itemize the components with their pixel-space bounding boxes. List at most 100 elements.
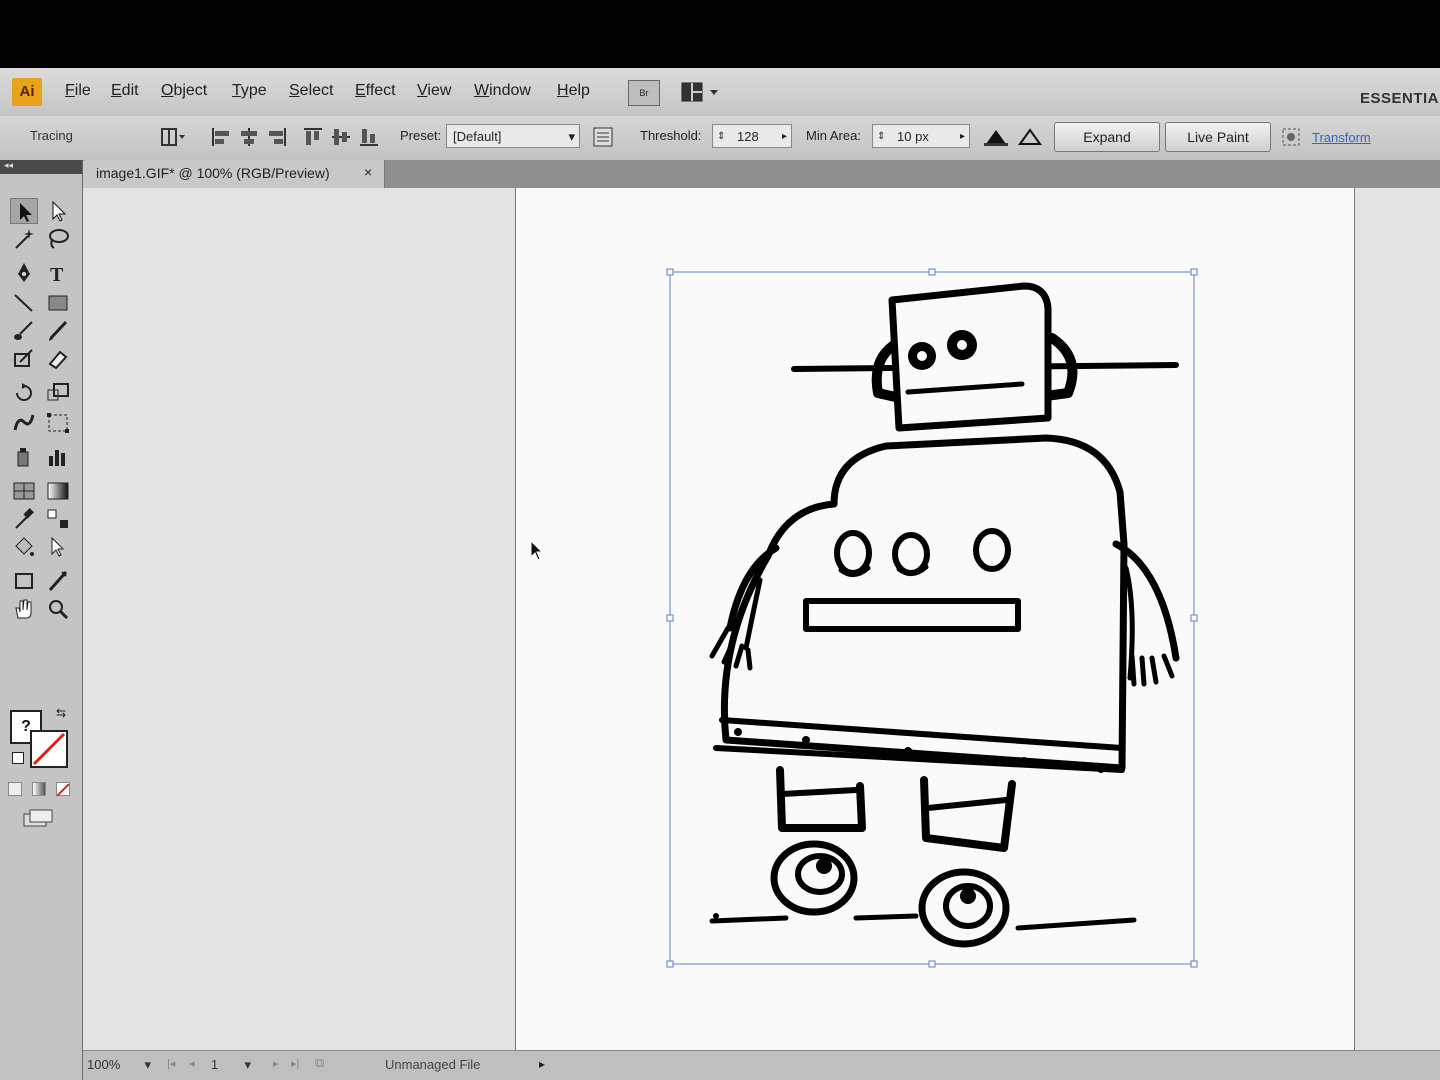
page-number-dropdown[interactable]: 1 ▾ [211, 1057, 251, 1077]
default-colors-icon[interactable] [12, 752, 24, 764]
close-icon[interactable]: × [364, 164, 372, 180]
stroke-color-swatch[interactable] [30, 730, 68, 768]
rotate-tool-icon[interactable] [10, 380, 38, 406]
paintbrush-tool-icon[interactable] [10, 318, 38, 344]
collapse-icon[interactable]: ◂◂ [4, 160, 13, 171]
artboard-options-icon[interactable]: ⧉ [315, 1055, 324, 1071]
rectangle-tool-icon[interactable] [44, 290, 72, 316]
menu-file[interactable]: File [65, 82, 91, 100]
menu-object[interactable]: Object [161, 82, 207, 100]
selection-mode-label: Tracing [30, 128, 73, 143]
zoom-tool-icon[interactable] [44, 596, 72, 622]
tools-panel-header[interactable]: ◂◂ [0, 160, 82, 174]
svg-text:T: T [50, 264, 64, 286]
transform-link[interactable]: Transform [1312, 130, 1371, 145]
document-tab-strip: image1.GIF* @ 100% (RGB/Preview) × [84, 160, 1440, 188]
stepper-icon[interactable]: ⇕ [717, 125, 725, 149]
traced-robot-drawing[interactable] [516, 188, 1354, 1050]
type-tool-icon[interactable]: T [44, 260, 72, 286]
chevron-down-icon: ▾ [144, 1057, 151, 1072]
live-paint-selection-tool-icon[interactable] [44, 534, 72, 560]
gradient-mode-icon[interactable] [32, 782, 46, 796]
next-page-icon[interactable]: ▸ [273, 1057, 279, 1070]
column-graph-tool-icon[interactable] [44, 444, 72, 470]
slider-arrow-icon[interactable]: ▸ [782, 125, 787, 149]
artboard-tool-icon[interactable] [10, 568, 38, 594]
align-middle-icon[interactable] [330, 126, 352, 148]
preset-value: [Default] [453, 129, 502, 144]
zoom-level-dropdown[interactable]: 100% ▾ [87, 1057, 151, 1077]
align-options-icon[interactable] [160, 126, 185, 148]
align-left-icon[interactable] [210, 126, 232, 148]
pencil-tool-icon[interactable] [44, 318, 72, 344]
chevron-down-icon: ▾ [568, 129, 575, 144]
eyedropper-tool-icon[interactable] [10, 506, 38, 532]
symbol-sprayer-tool-icon[interactable] [10, 444, 38, 470]
bridge-button[interactable]: Br [628, 80, 660, 106]
align-top-icon[interactable] [302, 126, 324, 148]
none-mode-icon[interactable] [56, 782, 70, 797]
line-segment-tool-icon[interactable] [10, 290, 38, 316]
gradient-tool-icon[interactable] [44, 478, 72, 504]
workspace-switcher[interactable]: ESSENTIAL [1360, 90, 1440, 107]
align-center-icon[interactable] [238, 126, 260, 148]
hand-tool-icon[interactable] [10, 596, 38, 622]
blend-tool-icon[interactable] [44, 506, 72, 532]
preset-dropdown[interactable]: [Default] ▾ [446, 124, 580, 148]
page-number-value: 1 [211, 1057, 219, 1072]
zoom-level-value: 100% [87, 1057, 121, 1072]
live-paint-button[interactable]: Live Paint [1165, 122, 1271, 152]
previous-page-icon[interactable]: ◂ [189, 1057, 195, 1070]
swap-colors-icon[interactable]: ⇆ [56, 706, 66, 720]
canvas-area[interactable] [83, 188, 1440, 1050]
menu-window[interactable]: Window [474, 82, 531, 100]
color-mode-icon[interactable] [8, 782, 22, 796]
menu-effect[interactable]: Effect [355, 82, 396, 100]
arrange-documents-icon [681, 82, 718, 102]
free-transform-tool-icon[interactable] [44, 410, 72, 436]
last-page-icon[interactable]: ▸| [291, 1057, 299, 1070]
stepper-icon[interactable]: ⇕ [877, 125, 885, 149]
document-tab[interactable]: image1.GIF* @ 100% (RGB/Preview) × [84, 160, 385, 188]
screen: Ai File Edit Object Type Select Effect V… [0, 68, 1440, 1080]
tracing-options-icon[interactable] [592, 126, 614, 148]
mouse-cursor-icon [530, 540, 544, 561]
threshold-field[interactable]: ⇕ 128 ▸ [712, 124, 792, 148]
min-area-field[interactable]: ⇕ 10 px ▸ [872, 124, 970, 148]
app-logo: Ai [12, 78, 42, 106]
blob-brush-tool-icon[interactable] [10, 346, 38, 372]
menu-select[interactable]: Select [289, 82, 333, 100]
align-bottom-icon[interactable] [358, 126, 380, 148]
pen-tool-icon[interactable] [10, 260, 38, 286]
warp-tool-icon[interactable] [10, 410, 38, 436]
vector-view-icon[interactable] [1018, 126, 1042, 148]
magic-wand-tool-icon[interactable] [10, 226, 38, 252]
eraser-tool-icon[interactable] [44, 346, 72, 372]
arrange-documents-button[interactable] [680, 80, 720, 104]
artboard[interactable] [515, 188, 1355, 1050]
screen-mode-icon[interactable] [22, 808, 54, 833]
slider-arrow-icon[interactable]: ▸ [960, 125, 965, 149]
slice-tool-icon[interactable] [44, 568, 72, 594]
menu-edit[interactable]: Edit [111, 82, 139, 100]
menu-type[interactable]: Type [232, 82, 267, 100]
selection-tool-icon[interactable] [10, 198, 38, 224]
direct-selection-tool-icon[interactable] [44, 198, 72, 224]
preset-label: Preset: [400, 128, 442, 143]
menu-view[interactable]: View [417, 82, 451, 100]
mesh-tool-icon[interactable] [10, 478, 38, 504]
expand-button[interactable]: Expand [1054, 122, 1160, 152]
threshold-label: Threshold: [640, 128, 702, 143]
tools-panel: ◂◂ T ? ⇆ [0, 160, 83, 1080]
align-right-icon[interactable] [266, 126, 288, 148]
isolate-object-icon[interactable] [1280, 126, 1302, 148]
lasso-tool-icon[interactable] [44, 226, 72, 252]
menu-bar: Ai File Edit Object Type Select Effect V… [0, 68, 1440, 117]
control-bar: Tracing Preset: [Default] ▾ Threshold: ⇕… [0, 116, 1440, 161]
status-menu-icon[interactable]: ▸ [539, 1057, 545, 1071]
live-paint-bucket-tool-icon[interactable] [10, 534, 38, 560]
menu-help[interactable]: Help [557, 82, 590, 100]
scale-tool-icon[interactable] [44, 380, 72, 406]
first-page-icon[interactable]: |◂ [167, 1057, 175, 1070]
raster-view-icon[interactable] [984, 126, 1008, 148]
